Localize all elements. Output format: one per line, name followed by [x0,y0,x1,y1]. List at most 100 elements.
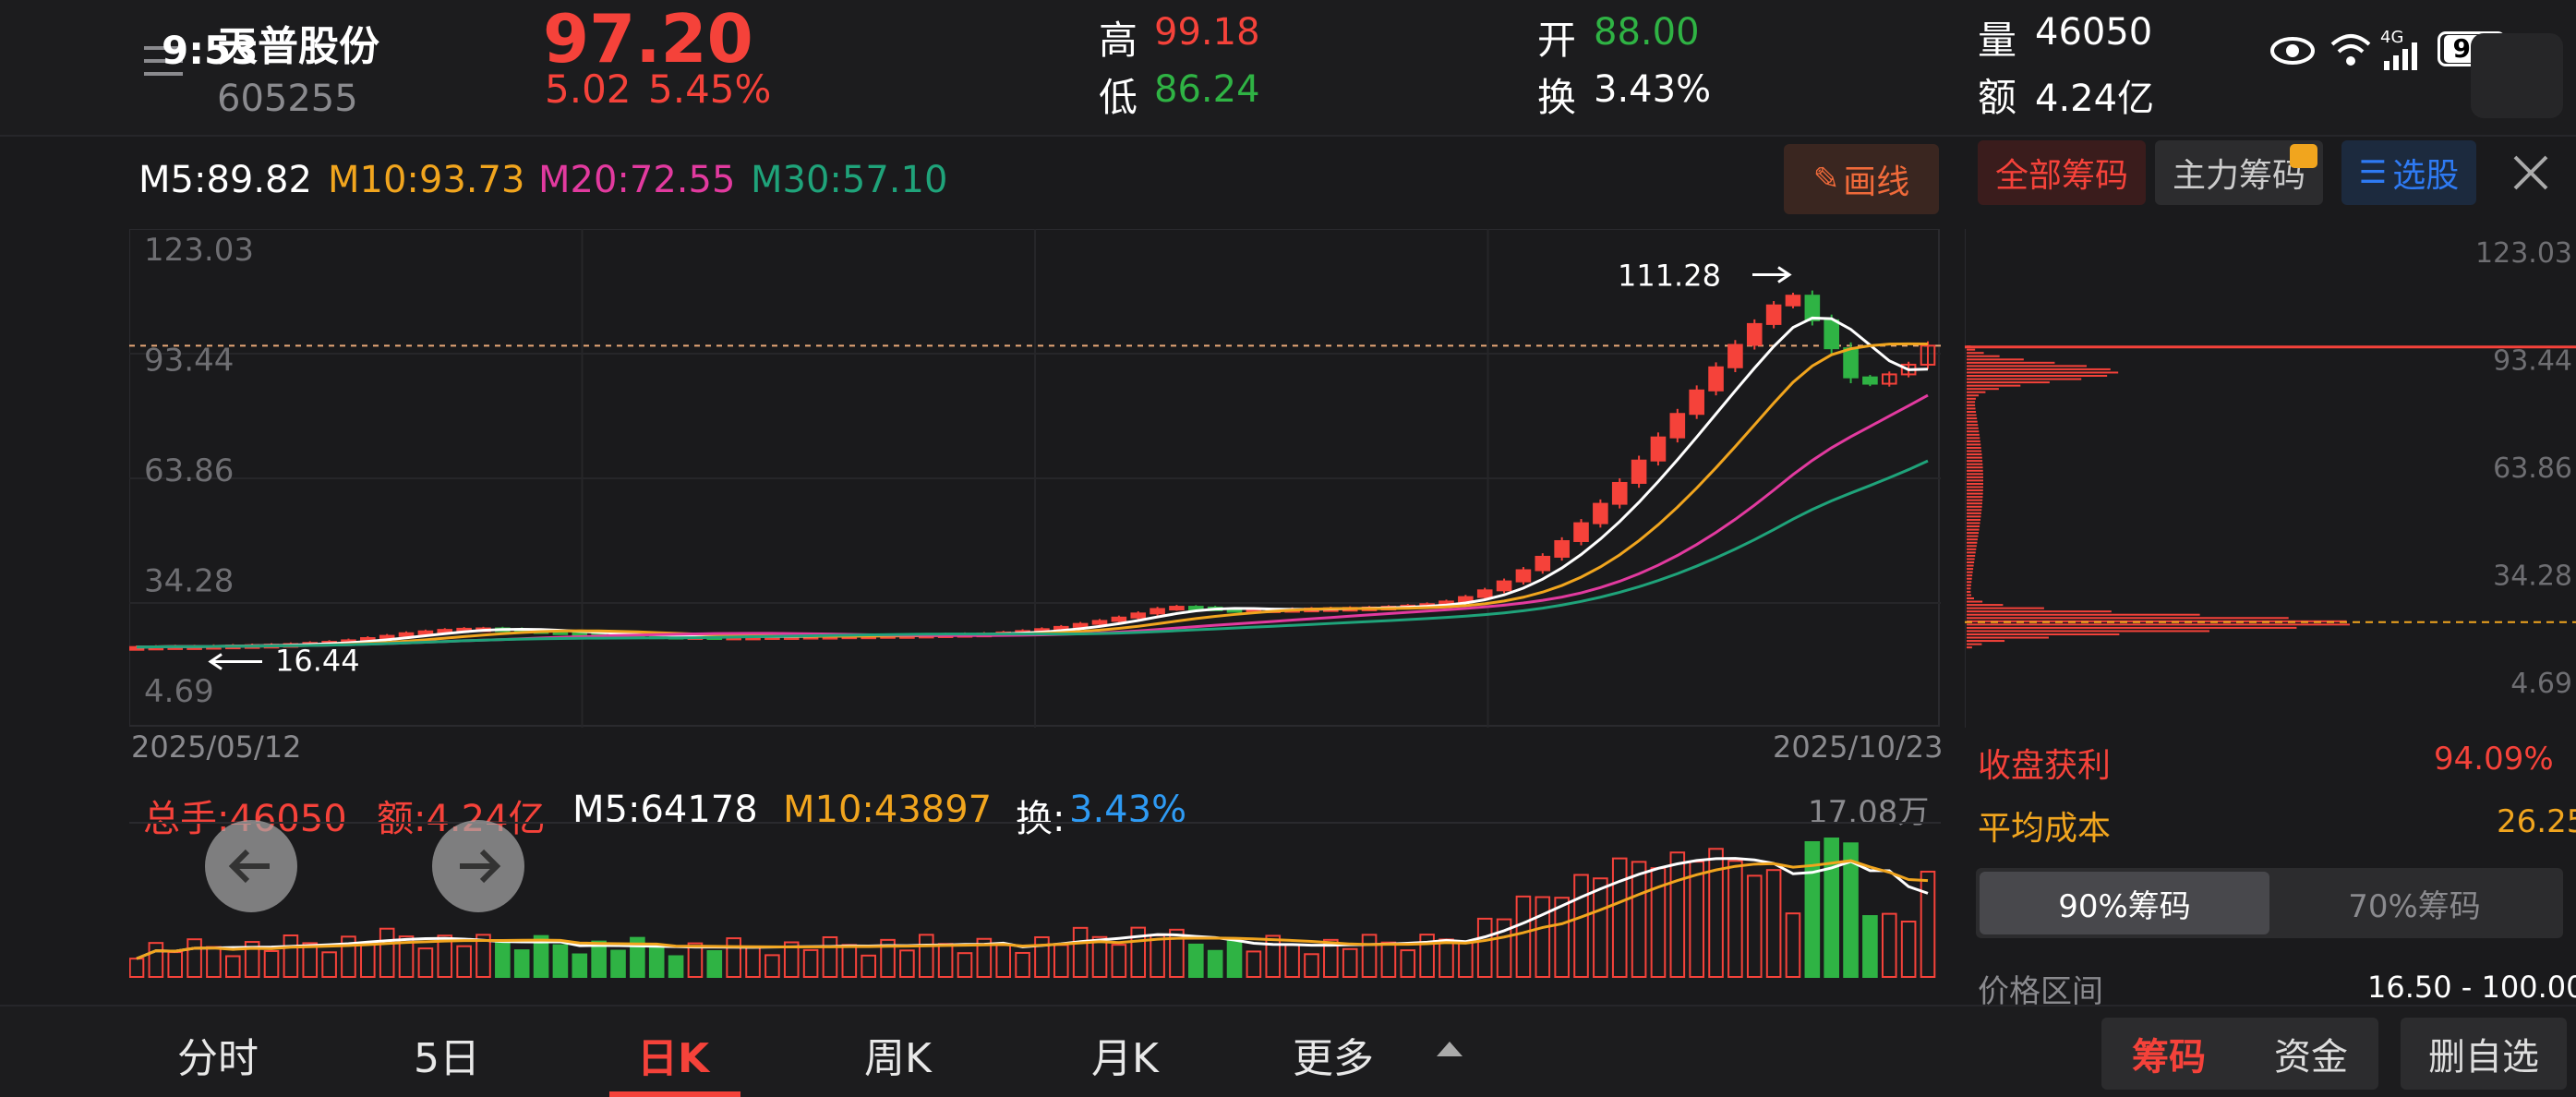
candle-body [1611,481,1628,505]
tab-5day[interactable]: 5日 [414,1025,480,1084]
candle-body [1669,413,1686,439]
volume-bar [1361,934,1378,978]
chip-bar [1967,460,1983,463]
volume-bar [1689,861,1704,979]
chip-bar [1967,404,1976,406]
chip-bar [1967,509,1982,512]
volume-bar [610,949,626,978]
volume-bar [572,953,588,979]
chip-bar [1967,456,1982,459]
volume-value: 46050 [2035,11,2153,54]
volume-bar [995,944,1012,979]
min-arrow-icon [208,653,262,670]
kline-chart[interactable]: 123.03 93.44 63.86 34.28 4.69 111.28 16.44 [129,229,1941,728]
fullscreen-icon[interactable] [2471,33,2563,118]
chip-axis-label: 34.28 [2493,560,2572,592]
volume-bar [1034,935,1050,978]
tab-weekly[interactable]: 周K [864,1025,932,1084]
volume-chart[interactable] [129,822,1941,979]
chip-bar [1967,450,1982,452]
volume-bar [1015,951,1030,978]
chip-bar [1967,522,1980,524]
chip-bar [1967,633,2120,635]
caret-up-icon[interactable] [1437,1042,1463,1056]
chip-bar [1967,352,1984,355]
tab-all-chips[interactable]: 全部筹码 [1978,140,2146,205]
volume-bar [1476,917,1493,978]
chip-bar [1967,476,1983,478]
chips-button[interactable]: 筹码 资金 [2101,1018,2378,1090]
funds-button-label[interactable]: 资金 [2274,1027,2348,1080]
chip-bar [1967,391,1986,393]
chip-bar [1967,561,1975,564]
chip-bar [1967,397,1976,400]
draw-line-button[interactable]: ✎ 画线 [1784,144,1939,214]
chip-bar [1967,528,1980,531]
tab-main-chips[interactable]: 主力筹码 [2155,140,2323,205]
candle-body [1804,295,1821,321]
candle-body [1727,344,1743,368]
chip-bar [1967,584,1971,586]
candle-body [1689,389,1704,416]
open-value: 88.00 [1594,11,1700,54]
volume-bar [1765,869,1782,978]
chip-bar [1967,486,1983,488]
chip-bar [1967,358,2024,361]
select-stock-label: 选股 [2392,157,2460,195]
scroll-left-button[interactable] [205,820,297,912]
volume-bar [1438,938,1454,978]
chip-bar [1967,473,1983,476]
tab-intraday[interactable]: 分时 [177,1025,259,1084]
remove-watchlist-button[interactable]: 删自选 [2401,1018,2567,1090]
tab-more[interactable]: 更多 [1293,1025,1374,1084]
volume-bar [1304,953,1319,978]
candle-body [1535,555,1551,572]
stock-header: 9:53 天普股份 605255 97.20 5.02 5.45% 高 99.1… [0,0,2576,137]
tab-monthly[interactable]: 月K [1091,1025,1159,1084]
chip-bar [1967,538,1978,541]
wifi-icon [2329,31,2373,68]
volume-bar [1727,860,1743,978]
volume-bar [706,949,723,978]
chip-bar [1967,587,1971,590]
select-stock-button[interactable]: ☰ 选股 [2341,140,2476,205]
lock-icon [2290,144,2317,168]
tab-90-chips[interactable]: 90%筹码 [1980,872,2269,934]
price-axis-label: 4.69 [144,673,214,710]
open-label: 开 [1537,18,1577,63]
tab-70-chips[interactable]: 70%筹码 [2269,872,2559,934]
chip-bar [1967,417,1978,420]
candle-body [1111,616,1127,622]
stock-pct: 5.45% [648,66,772,112]
chip-bar [1967,581,1972,584]
volume-bar [957,952,973,978]
chip-bar [1967,466,1983,469]
volume-bar [1593,877,1608,979]
volume-bar [1226,938,1243,978]
chip-bar [1967,453,1982,456]
tab-daily[interactable]: 日K [637,1025,709,1084]
stock-code: 605255 [217,78,358,120]
stock-change: 5.02 [545,66,632,112]
candle-body [1843,347,1859,379]
ma20-line [136,393,1929,649]
chip-bar [1967,371,2119,374]
chip-bar [1967,505,1982,508]
scroll-right-button[interactable] [432,820,524,912]
candle-body [1496,580,1512,592]
volume-bar [726,937,741,978]
candle-body [1593,502,1608,524]
chip-axis-label: 123.03 [2475,237,2572,270]
chip-bar [1967,564,1974,567]
candle-body [1515,569,1532,583]
volume-bar [513,949,530,978]
volume-bar [360,942,376,978]
chip-bar [1967,401,1976,404]
candle-body [417,630,434,635]
chip-percent-toggle: 90%筹码 70%筹码 [1976,868,2563,938]
eye-icon [2269,35,2316,66]
volume-bar [379,927,395,978]
chip-bar [1967,636,2049,639]
cost-label: 平均成本 [1978,810,2112,848]
close-icon[interactable] [2508,150,2554,196]
